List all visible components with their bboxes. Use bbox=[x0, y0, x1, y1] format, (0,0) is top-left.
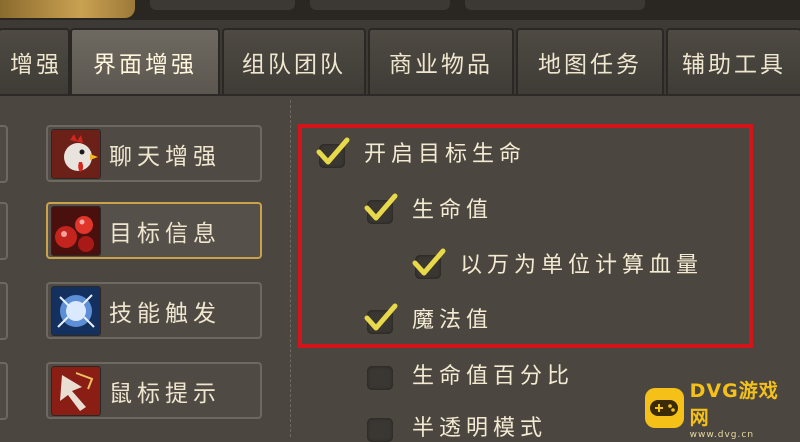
tab-label: 辅助工具 bbox=[682, 52, 786, 78]
skill-trigger-icon bbox=[51, 285, 101, 336]
sidebar-item-label: 聊天增强 bbox=[109, 143, 221, 170]
mouse-tip-icon bbox=[51, 365, 101, 416]
window-title-ornament bbox=[0, 0, 135, 18]
tab-map-quests[interactable]: 地图任务 bbox=[516, 28, 664, 94]
left-edge-item[interactable] bbox=[0, 202, 8, 260]
rooster-icon bbox=[51, 128, 101, 179]
option-health-percentage[interactable]: 生命值百分比 bbox=[364, 358, 574, 390]
watermark: DVG游戏网 www.dvg.cn bbox=[645, 380, 795, 440]
sidebar-item-label: 技能触发 bbox=[109, 300, 221, 327]
sidebar-item-label: 鼠标提示 bbox=[109, 380, 221, 407]
sidebar-item-label: 目标信息 bbox=[109, 220, 221, 247]
tab-label: 增强 bbox=[10, 52, 62, 78]
sidebar-item-mouse-tip[interactable]: 鼠标提示 bbox=[46, 362, 262, 419]
tab-party-raid[interactable]: 组队团队 bbox=[222, 28, 366, 94]
option-label: 生命值百分比 bbox=[412, 364, 575, 389]
top-button[interactable] bbox=[465, 0, 645, 10]
tab-label: 界面增强 bbox=[93, 52, 197, 78]
tab-ui-enhance[interactable]: 界面增强 bbox=[70, 28, 220, 94]
panel-divider bbox=[290, 100, 291, 437]
tab-label: 商业物品 bbox=[389, 52, 493, 78]
left-edge-item[interactable] bbox=[0, 125, 8, 183]
sidebar-item-skill-trigger[interactable]: 技能触发 bbox=[46, 282, 262, 339]
watermark-url: www.dvg.cn bbox=[689, 430, 755, 440]
sidebar-item-chat-enhance[interactable]: 聊天增强 bbox=[46, 125, 262, 182]
top-button[interactable] bbox=[150, 0, 295, 10]
left-edge-item[interactable] bbox=[0, 362, 8, 420]
checkbox[interactable] bbox=[364, 359, 394, 390]
top-button[interactable] bbox=[310, 0, 450, 10]
left-edge-item[interactable] bbox=[0, 282, 8, 340]
watermark-title: DVG游戏网 bbox=[689, 380, 779, 429]
checkbox-box bbox=[367, 366, 393, 390]
target-info-icon bbox=[51, 205, 101, 256]
tab-utilities[interactable]: 辅助工具 bbox=[666, 28, 800, 94]
highlight-annotation bbox=[298, 124, 753, 348]
tab-label: 组队团队 bbox=[242, 52, 346, 78]
tab-enhance[interactable]: 增强 bbox=[0, 28, 70, 94]
checkbox-box bbox=[367, 418, 393, 442]
tab-label: 地图任务 bbox=[538, 52, 642, 78]
gamepad-icon bbox=[645, 388, 684, 428]
sidebar-item-target-info[interactable]: 目标信息 bbox=[46, 202, 262, 259]
tab-commerce-items[interactable]: 商业物品 bbox=[368, 28, 514, 94]
option-label: 半透明模式 bbox=[412, 416, 548, 441]
tab-content-border bbox=[0, 94, 800, 96]
option-translucent-mode[interactable]: 半透明模式 bbox=[364, 410, 547, 442]
